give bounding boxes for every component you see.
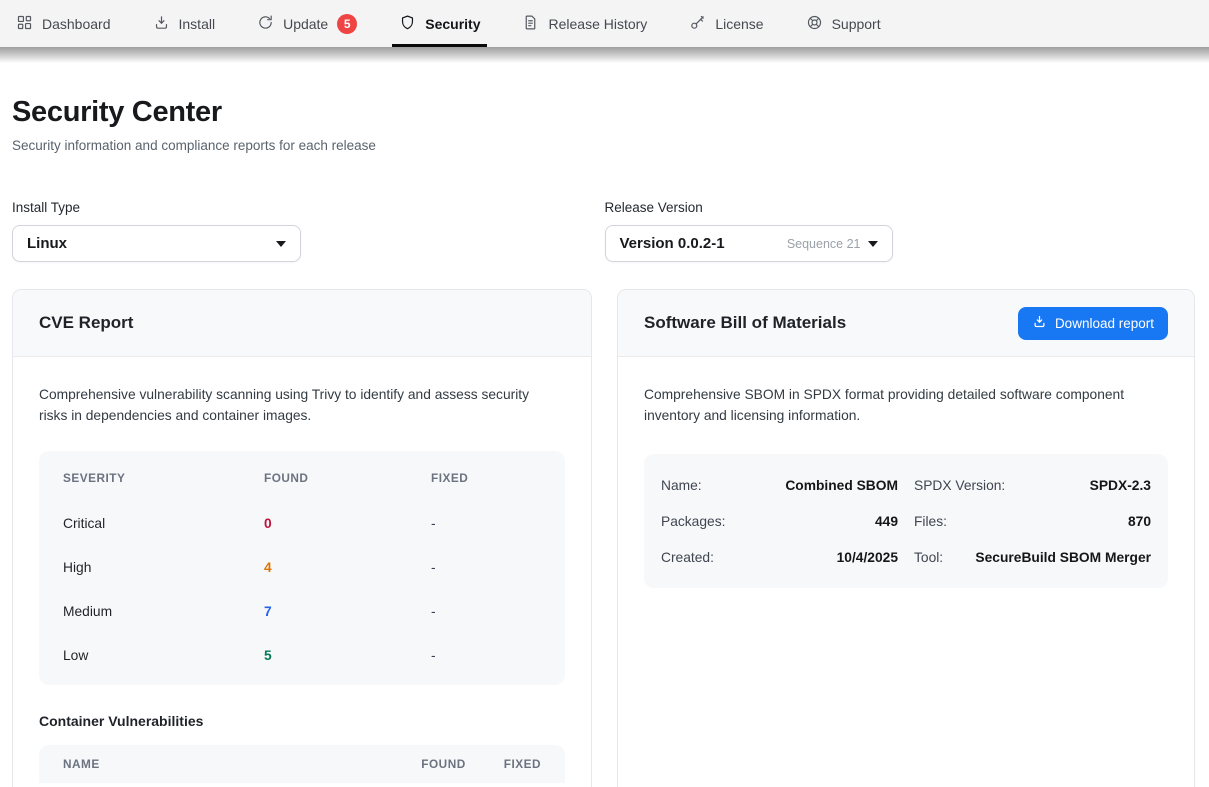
sequence-label: Sequence 21 bbox=[787, 237, 861, 251]
severity-label: Critical bbox=[63, 516, 264, 531]
sbom-created-label: Created: bbox=[661, 550, 714, 565]
lifebuoy-icon bbox=[806, 14, 823, 34]
fixed-count: - bbox=[431, 604, 541, 619]
fixed-column-header: FIXED bbox=[504, 757, 541, 771]
sbom-spdx-version-value: SPDX-2.3 bbox=[1090, 478, 1151, 493]
table-row: Low 5 - bbox=[63, 633, 541, 677]
fixed-count: - bbox=[431, 648, 541, 663]
severity-column-header: SEVERITY bbox=[63, 471, 264, 485]
nav-item-label: Security bbox=[425, 16, 480, 32]
table-row: Critical 0 - bbox=[63, 501, 541, 545]
list-item: SPDX Version: SPDX-2.3 bbox=[914, 467, 1151, 503]
found-count: 0 bbox=[264, 516, 431, 531]
container-vulnerabilities-title: Container Vulnerabilities bbox=[39, 713, 565, 729]
cve-report-card: CVE Report Comprehensive vulnerability s… bbox=[12, 289, 592, 787]
list-item: Created: 10/4/2025 bbox=[661, 539, 898, 575]
severity-table: SEVERITY FOUND FIXED Critical 0 - High 4… bbox=[39, 451, 565, 685]
sbom-card: Software Bill of Materials Download repo… bbox=[617, 289, 1195, 787]
main-content: Security Center Security information and… bbox=[0, 96, 1209, 787]
nav-item-release-history[interactable]: Release History bbox=[522, 0, 647, 47]
found-count: 7 bbox=[264, 604, 431, 619]
nav-item-dashboard[interactable]: Dashboard bbox=[16, 0, 111, 47]
found-count: 4 bbox=[264, 560, 431, 575]
top-navigation: Dashboard Install Update 5 Security Rele… bbox=[0, 0, 1209, 47]
update-icon bbox=[257, 14, 274, 34]
chevron-down-icon bbox=[868, 241, 878, 247]
sbom-card-title: Software Bill of Materials bbox=[644, 313, 846, 333]
download-icon bbox=[1032, 314, 1047, 332]
nav-item-support[interactable]: Support bbox=[806, 0, 881, 47]
nav-item-label: Install bbox=[179, 16, 216, 32]
found-column-header: FOUND bbox=[421, 757, 465, 771]
key-icon bbox=[689, 14, 706, 34]
list-item: Tool: SecureBuild SBOM Merger bbox=[914, 539, 1151, 575]
found-column-header: FOUND bbox=[264, 471, 431, 485]
nav-item-install[interactable]: Install bbox=[153, 0, 216, 47]
severity-label: Medium bbox=[63, 604, 264, 619]
fixed-count: - bbox=[431, 516, 541, 531]
sbom-files-label: Files: bbox=[914, 514, 947, 529]
release-version-select[interactable]: Version 0.0.2-1 Sequence 21 bbox=[605, 225, 893, 262]
nav-item-label: Support bbox=[832, 16, 881, 32]
fixed-column-header: FIXED bbox=[431, 471, 541, 485]
sbom-files-value: 870 bbox=[1128, 514, 1151, 529]
cve-card-body: Comprehensive vulnerability scanning usi… bbox=[13, 357, 591, 787]
sbom-tool-label: Tool: bbox=[914, 550, 943, 565]
page-subtitle: Security information and compliance repo… bbox=[12, 138, 1197, 153]
list-item: Packages: 449 bbox=[661, 503, 898, 539]
nav-item-label: Release History bbox=[548, 16, 647, 32]
severity-table-header: SEVERITY FOUND FIXED bbox=[63, 455, 541, 501]
nav-item-update[interactable]: Update 5 bbox=[257, 0, 357, 47]
install-type-value: Linux bbox=[27, 235, 67, 252]
shield-icon bbox=[399, 14, 416, 34]
sbom-card-body: Comprehensive SBOM in SPDX format provid… bbox=[618, 357, 1194, 614]
list-item: Files: 870 bbox=[914, 503, 1151, 539]
sbom-created-value: 10/4/2025 bbox=[837, 550, 898, 565]
install-type-select[interactable]: Linux bbox=[12, 225, 301, 262]
sbom-name-label: Name: bbox=[661, 478, 702, 493]
nav-item-security[interactable]: Security bbox=[399, 0, 480, 47]
nav-item-label: Update bbox=[283, 16, 328, 32]
sbom-card-header: Software Bill of Materials Download repo… bbox=[618, 290, 1194, 357]
sbom-description: Comprehensive SBOM in SPDX format provid… bbox=[644, 384, 1164, 426]
update-count-badge: 5 bbox=[337, 14, 357, 34]
sbom-packages-label: Packages: bbox=[661, 514, 725, 529]
chevron-down-icon bbox=[276, 241, 286, 247]
cve-card-title: CVE Report bbox=[39, 313, 133, 333]
nav-item-license[interactable]: License bbox=[689, 0, 763, 47]
severity-label: Low bbox=[63, 648, 264, 663]
page-title: Security Center bbox=[12, 96, 1197, 129]
nav-item-label: Dashboard bbox=[42, 16, 111, 32]
release-version-label: Release Version bbox=[605, 200, 1198, 215]
sbom-details-grid: Name: Combined SBOM SPDX Version: SPDX-2… bbox=[644, 454, 1168, 588]
dashboard-icon bbox=[16, 14, 33, 34]
document-icon bbox=[522, 14, 539, 34]
cards-row: CVE Report Comprehensive vulnerability s… bbox=[12, 289, 1197, 787]
install-type-label: Install Type bbox=[12, 200, 605, 215]
table-row: Medium 7 - bbox=[63, 589, 541, 633]
download-report-button[interactable]: Download report bbox=[1018, 307, 1168, 340]
container-vulnerabilities-table-header: NAME FOUND FIXED bbox=[39, 745, 565, 783]
name-column-header: NAME bbox=[63, 757, 421, 771]
nav-item-label: License bbox=[715, 16, 763, 32]
sbom-spdx-version-label: SPDX Version: bbox=[914, 478, 1005, 493]
download-report-label: Download report bbox=[1055, 316, 1154, 331]
severity-label: High bbox=[63, 560, 264, 575]
cve-card-header: CVE Report bbox=[13, 290, 591, 357]
nav-shadow-divider bbox=[0, 47, 1209, 63]
release-version-value: Version 0.0.2-1 bbox=[620, 235, 725, 252]
sbom-tool-value: SecureBuild SBOM Merger bbox=[975, 550, 1151, 565]
sbom-packages-value: 449 bbox=[875, 514, 898, 529]
list-item: Name: Combined SBOM bbox=[661, 467, 898, 503]
fixed-count: - bbox=[431, 560, 541, 575]
found-count: 5 bbox=[264, 648, 431, 663]
table-row: High 4 - bbox=[63, 545, 541, 589]
sbom-name-value: Combined SBOM bbox=[785, 478, 898, 493]
cve-description: Comprehensive vulnerability scanning usi… bbox=[39, 384, 559, 426]
install-icon bbox=[153, 14, 170, 34]
filters-row: Install Type Linux Release Version Versi… bbox=[12, 200, 1197, 262]
